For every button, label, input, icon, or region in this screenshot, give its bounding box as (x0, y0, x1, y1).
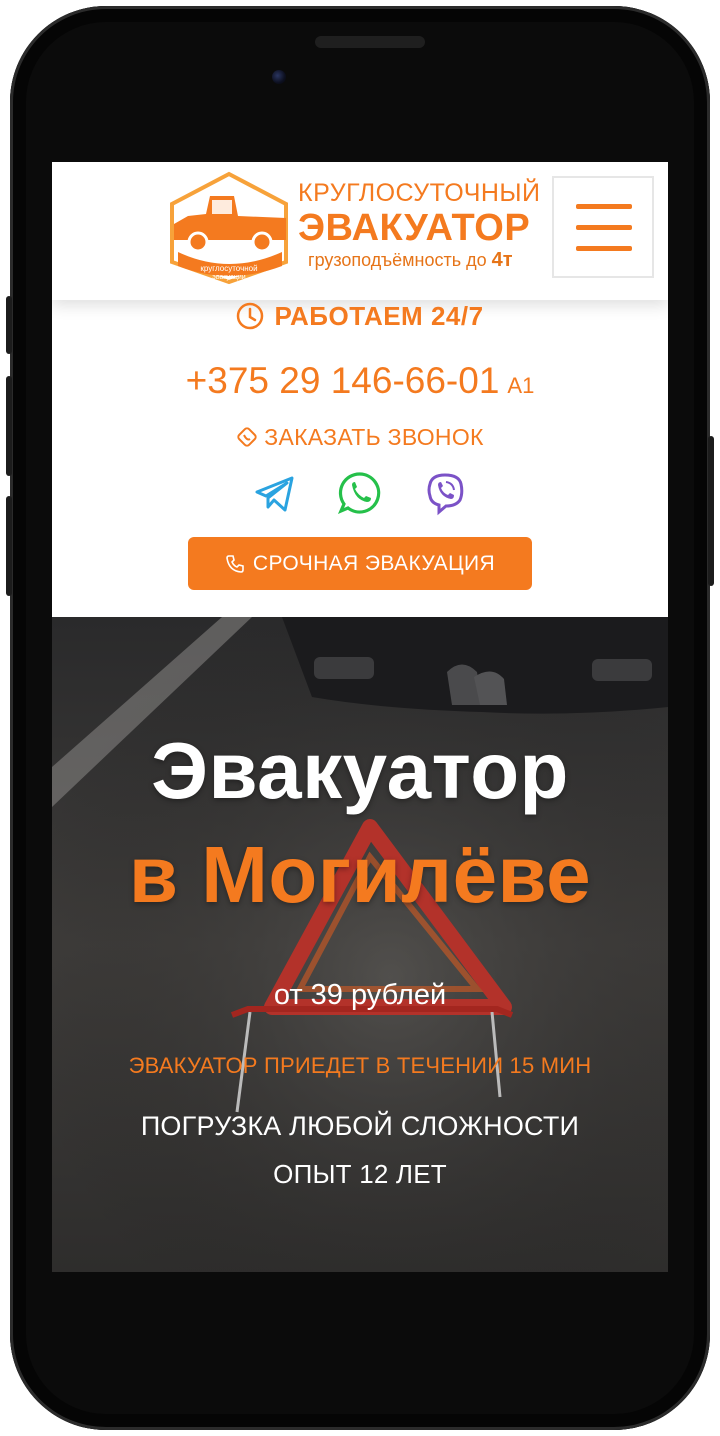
social-links (52, 470, 668, 516)
front-camera (272, 70, 286, 84)
logo-emblem[interactable]: СЛУЖБА круглосуточной эвакуации (164, 170, 294, 286)
hero-price: от 39 рублей (273, 979, 447, 1011)
callback-link[interactable]: ЗАКАЗАТЬ ЗВОНОК (52, 424, 668, 451)
hero-loading-feature: ПОГРУЗКА ЛЮБОЙ СЛОЖНОСТИ (140, 1111, 580, 1141)
logo-capacity-value: 4т (491, 249, 513, 271)
logo-emblem-text-3: эвакуации (212, 274, 245, 281)
logo-line1: КРУГЛОСУТОЧНЫЙ (298, 179, 541, 207)
hero-title-line1: Эвакуатор (151, 726, 569, 815)
hero-arrival-time: ЭВАКУАТОР ПРИЕДЕТ В ТЕЧЕНИИ 15 МИН (128, 1053, 592, 1078)
work-hours: РАБОТАЕМ 24/7 (52, 301, 668, 332)
phone-number: +375 29 146-66-01 (185, 360, 500, 401)
telegram-icon[interactable] (252, 470, 298, 516)
logo-capacity-label: грузоподъёмность до (308, 250, 487, 270)
speaker-notch (315, 36, 425, 48)
viber-icon[interactable] (422, 470, 468, 516)
site-header: СЛУЖБА круглосуточной эвакуации КРУГЛОСУ… (52, 162, 668, 300)
menu-button[interactable] (552, 176, 654, 278)
logo-emblem-text-2: круглосуточной (200, 264, 257, 273)
hero-section: Эвакуатор в Могилёве от 39 рублей ЭВАКУА… (52, 617, 668, 1272)
screen: СЛУЖБА круглосуточной эвакуации КРУГЛОСУ… (52, 162, 668, 1272)
urgent-evacuation-button[interactable]: СРОЧНАЯ ЭВАКУАЦИЯ (188, 537, 532, 590)
hero-title-line2: в Могилёве (128, 830, 592, 919)
phone-icon (226, 555, 244, 573)
operator-label: A1 (507, 373, 535, 398)
whatsapp-icon[interactable] (337, 470, 383, 516)
logo-line2: ЭВАКУАТОР (298, 207, 531, 249)
hero-experience: ОПЫТ 12 ЛЕТ (273, 1159, 447, 1189)
urgent-evacuation-label: СРОЧНАЯ ЭВАКУАЦИЯ (252, 552, 496, 575)
work-hours-text: РАБОТАЕМ 24/7 (274, 301, 484, 331)
phone-callback-icon (237, 427, 257, 447)
logo-line3: грузоподъёмность до 4т (308, 248, 560, 272)
callback-text: ЗАКАЗАТЬ ЗВОНОК (264, 424, 484, 450)
side-button-left-1 (6, 296, 12, 354)
logo-text[interactable]: КРУГЛОСУТОЧНЫЙ ЭВАКУАТОР грузоподъёмност… (298, 178, 560, 272)
side-button-left-2 (6, 376, 12, 476)
clock-icon (237, 302, 264, 330)
side-button-right (708, 436, 714, 586)
phone-number-link[interactable]: +375 29 146-66-01 A1 (52, 360, 668, 402)
side-button-left-3 (6, 496, 12, 596)
